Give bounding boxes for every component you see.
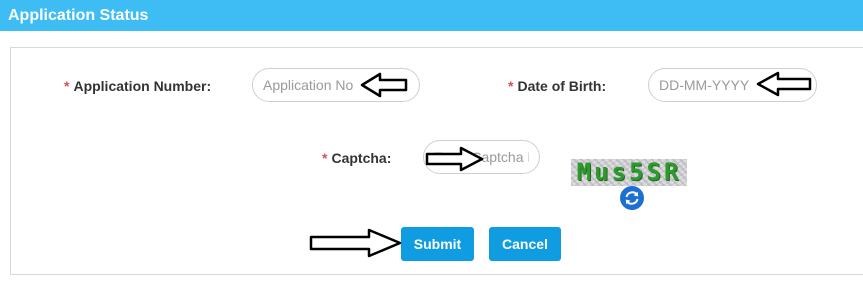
required-marker: * [322, 150, 328, 166]
captcha-label: * Captcha: [322, 150, 392, 166]
date-of-birth-input[interactable] [648, 68, 817, 102]
application-number-input[interactable] [252, 68, 420, 102]
submit-button[interactable]: Submit [401, 227, 474, 261]
refresh-icon [625, 191, 639, 205]
required-marker: * [508, 78, 514, 94]
required-marker: * [64, 78, 70, 94]
page-title: Application Status [8, 7, 149, 24]
captcha-input[interactable] [423, 140, 540, 174]
date-of-birth-label: * Date of Birth: [508, 78, 607, 94]
refresh-captcha-button[interactable] [620, 186, 644, 210]
cancel-button[interactable]: Cancel [489, 227, 561, 261]
application-number-label: * Application Number: [64, 78, 212, 94]
captcha-image: Mus5SR [571, 159, 687, 186]
page-header: Application Status [0, 0, 863, 31]
